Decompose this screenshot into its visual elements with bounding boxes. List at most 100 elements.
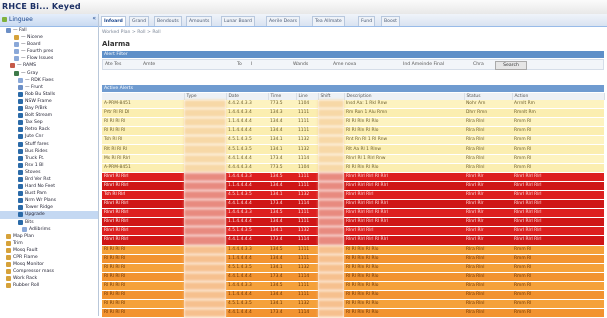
cell-id[interactable]: Rl Rl Rl Rl xyxy=(102,254,184,264)
tree-item[interactable]: Map Plan xyxy=(0,233,98,240)
cell-id[interactable]: Tsh Rl Rl xyxy=(102,135,184,146)
tree-item[interactable]: Hard No Feet xyxy=(0,183,98,190)
table-row[interactable]: Rlt Rl Rl Rl 4.5.1.4.3.5 134.1 1132 Rlt Aa R… xyxy=(102,144,604,155)
tab-infoard[interactable]: Infoard xyxy=(101,16,126,26)
tree-item[interactable]: Stuff fares xyxy=(0,141,98,148)
cell-id[interactable]: Prtr Rl Rl Dl xyxy=(102,108,184,119)
table-row[interactable]: Rl Rl Rl Rl 4.4.1.4.4.4 173.4 1114 Rl Rl Rln… xyxy=(102,308,604,318)
table-row[interactable]: A-PRM-8451 4.4.2.4.3.3 773.5 1104 Insd Aa: 1… xyxy=(102,100,604,110)
table-row[interactable]: A-PRM-8451 4.4.4.4.3.4 773.5 1104 Rl Rl Rln … xyxy=(102,163,604,173)
breadcrumb[interactable]: Worked Plan > Roll > Roll xyxy=(102,30,161,35)
table-row[interactable]: Rl Rl Rl Rl 1.4.4.4.3.3 134.5 1111 Rl Rl Rln… xyxy=(102,281,604,291)
tree-item[interactable]: — Nicene xyxy=(0,34,98,41)
tree-item[interactable]: — Gray xyxy=(0,70,98,77)
tree-item[interactable]: Rubber Roll xyxy=(0,282,98,289)
tree-item[interactable]: Compressor mass xyxy=(0,268,98,275)
column-header[interactable] xyxy=(102,93,185,100)
tree-item[interactable]: Upgrade xyxy=(0,211,98,219)
tree-item[interactable]: — Board xyxy=(0,41,98,48)
table-row[interactable]: Rl Rl Rl Rl 1.1.4.4.4.4 134.4 1111 Rl Rl Rln… xyxy=(102,254,604,264)
table-row[interactable]: Rl Rl Rl Rl 4.4.1.4.4.4 173.4 1114 Rl Rl Rln… xyxy=(102,272,604,282)
tab-amounts[interactable]: Amounts xyxy=(186,16,213,26)
cell-id[interactable]: Rl Rl Rl Rl xyxy=(102,117,184,128)
table-row[interactable]: Rlnrl Rl Rlrl 1.1.4.4.4.4 134.4 1111 Rlnrl R… xyxy=(102,181,604,191)
tree-item[interactable]: Stoves xyxy=(0,169,98,176)
tree-item[interactable]: Mosq Monitor xyxy=(0,261,98,268)
cell-id[interactable]: Rlnrl Rl Rlrl xyxy=(102,181,184,191)
tree-item[interactable]: Retro Rack xyxy=(0,126,98,133)
column-header[interactable]: Date xyxy=(226,93,269,100)
tab-boost[interactable]: Boost xyxy=(381,16,400,26)
table-row[interactable]: Rl Rl Rl Rl 1.1.4.4.4.4 134.4 1111 Rl Rl Rln… xyxy=(102,117,604,128)
tree-item[interactable]: Rob Bu Stalls xyxy=(0,91,98,98)
tree-item[interactable]: Bay P/Brk xyxy=(0,105,98,112)
tree-item[interactable]: — RAMS xyxy=(0,62,98,69)
tree-item[interactable]: — Flow Issues xyxy=(0,55,98,62)
tab-grand[interactable]: Grand xyxy=(129,16,150,26)
tab-lunar-board[interactable]: Lunar Board xyxy=(221,16,255,26)
tab-bendouts[interactable]: Bendouts xyxy=(154,16,182,26)
cell-id[interactable]: A-PRM-8451 xyxy=(102,163,184,173)
tab-aerile-dears[interactable]: Aerile Dears xyxy=(266,16,301,26)
cell-id[interactable]: Rlnrl Rl Rlrl xyxy=(102,208,184,219)
cell-id[interactable]: Rl Rl Rl Rl xyxy=(102,281,184,291)
cell-id[interactable]: Rlnrl Rl Rlrl xyxy=(102,235,184,246)
tree-item[interactable]: Work Rack xyxy=(0,275,98,282)
tree-item[interactable]: Nrm Wr Plans xyxy=(0,197,98,204)
tree-item[interactable]: Tax Sep xyxy=(0,119,98,126)
table-row[interactable]: Rlnrl Rl Rlrl 1.1.4.4.4.4 134.4 1111 Rlnrl R… xyxy=(102,217,604,228)
table-row[interactable]: Tsh Rl Rl 4.5.1.4.3.5 134.1 1132 Rnt Rn Rl 1… xyxy=(102,135,604,146)
column-header[interactable]: Shift xyxy=(318,93,345,100)
table-row[interactable]: Rlnrl Rl Rlrl 4.4.1.4.4.4 173.4 1114 Rlnrl R… xyxy=(102,199,604,210)
tree-item[interactable]: Bus Rides xyxy=(0,148,98,155)
column-header[interactable]: Line xyxy=(296,93,319,100)
table-row[interactable]: Rlnrl Rl Rlrl 1.4.4.4.3.3 134.5 1111 Rlnrl R… xyxy=(102,208,604,219)
cell-id[interactable]: Rl Rl Rl Rl xyxy=(102,245,184,255)
table-row[interactable]: Rl Rl Rl Rl 4.5.1.4.3.5 134.1 1132 Rl Rl Rln… xyxy=(102,263,604,273)
column-header[interactable]: Action xyxy=(512,93,605,100)
filter-value[interactable]: Amte xyxy=(143,62,155,67)
cell-id[interactable]: A-PRM-8451 xyxy=(102,100,184,110)
tree-item[interactable]: Trim xyxy=(0,240,98,247)
table-row[interactable]: Rl Rl Rl Rl 1.1.4.4.4.4 134.4 1111 Rl Rl Rln… xyxy=(102,126,604,137)
table-row[interactable]: Rlnrl Rl Rlrl 4.5.1.4.3.5 134.1 1132 Rlnrl R… xyxy=(102,226,604,237)
tree-item[interactable]: Bits xyxy=(0,219,98,226)
cell-id[interactable]: Ms Rl Rl Rlrl xyxy=(102,154,184,164)
column-header[interactable]: Status xyxy=(464,93,513,100)
tab-fund[interactable]: Fund xyxy=(358,16,376,26)
filter-panel-header[interactable]: Alert Filter xyxy=(102,51,604,58)
tree-item[interactable]: Bust Pam xyxy=(0,190,98,197)
tree-item[interactable]: CPR Flame xyxy=(0,254,98,261)
tree-item[interactable]: Adlibrims xyxy=(0,226,98,233)
table-row[interactable]: Rlnrl Rl Rlrl 4.4.1.4.4.4 173.4 1114 Rlnrl R… xyxy=(102,235,604,246)
column-header[interactable]: Description xyxy=(344,93,465,100)
tree-item[interactable]: Brd Ver Rst xyxy=(0,176,98,183)
cell-id[interactable]: Rlnrl Rl Rlrl xyxy=(102,199,184,210)
tree-item[interactable]: — Fourth pres xyxy=(0,48,98,55)
cell-id[interactable]: Rl Rl Rl Rl xyxy=(102,308,184,318)
filter-value[interactable]: Chra xyxy=(473,62,484,67)
tree-item[interactable]: Truck Ft. xyxy=(0,155,98,162)
cell-id[interactable]: Rl Rl Rl Rl xyxy=(102,299,184,310)
tree-item[interactable]: Tower Ridge xyxy=(0,204,98,211)
cell-id[interactable]: Rlnrl Rl Rlrl xyxy=(102,226,184,237)
cell-id[interactable]: Rl Rl Rl Rl xyxy=(102,126,184,137)
collapse-icon[interactable]: « xyxy=(92,15,96,22)
table-row[interactable]: Ms Rl Rl Rlrl 4.4.1.4.4.4 173.4 1114 Rlnrl R… xyxy=(102,154,604,164)
column-header[interactable]: Type xyxy=(184,93,227,100)
cell-id[interactable]: Rl Rl Rl Rl xyxy=(102,290,184,301)
tree-item[interactable]: NSW Frame xyxy=(0,98,98,105)
tree-item[interactable]: — RDK Fixes xyxy=(0,77,98,84)
tree-item[interactable]: Rsv 1 Bl xyxy=(0,162,98,169)
tab-tea-allmate[interactable]: Tea Allmate xyxy=(312,16,345,26)
tree-item[interactable]: Mosq Fault xyxy=(0,247,98,254)
table-row[interactable]: Tsh Rl Rlrl 4.5.1.4.3.5 134.1 1132 Rlnrl Rlr… xyxy=(102,190,604,201)
table-row[interactable]: Rl Rl Rl Rl 1.1.4.4.4.4 134.4 1111 Rl Rl Rln… xyxy=(102,290,604,301)
table-row[interactable]: Rl Rl Rl Rl 4.5.1.4.3.5 134.1 1132 Rl Rl Rln… xyxy=(102,299,604,310)
table-row[interactable]: Rl Rl Rl Rl 1.4.4.4.3.3 134.5 1111 Rl Rl Rln… xyxy=(102,245,604,255)
cell-id[interactable]: Tsh Rl Rlrl xyxy=(102,190,184,201)
cell-id[interactable]: Rl Rl Rl Rl xyxy=(102,272,184,282)
cell-id[interactable]: Rlt Rl Rl Rl xyxy=(102,144,184,155)
cell-id[interactable]: Rlnrl Rl Rlrl xyxy=(102,217,184,228)
search-button[interactable]: Search xyxy=(495,61,527,70)
